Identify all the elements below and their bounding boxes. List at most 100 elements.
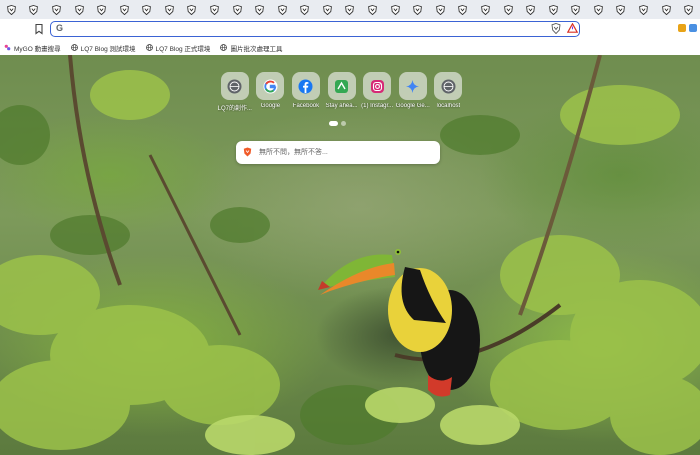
shield-icon: [255, 4, 265, 15]
shortcut-tile[interactable]: Google Ge...: [395, 72, 431, 112]
browser-tab[interactable]: [135, 0, 158, 19]
extension-icon[interactable]: [689, 24, 697, 32]
extension-icon[interactable]: [678, 24, 686, 32]
browser-tab[interactable]: [677, 0, 700, 19]
shield-icon: [413, 4, 423, 15]
globe-icon: [220, 44, 228, 51]
browser-tab[interactable]: [429, 0, 452, 19]
globe-icon: [70, 44, 78, 51]
bookmark-item[interactable]: LQ7 Blog 測試環境: [70, 43, 136, 53]
browser-tab[interactable]: [45, 0, 68, 19]
shortcut-tile[interactable]: Stay ahea...: [324, 72, 360, 112]
shield-icon: [164, 4, 174, 15]
shortcut-label: LQ7的創作...: [217, 106, 252, 112]
address-input[interactable]: [67, 23, 507, 34]
browser-tab[interactable]: [497, 0, 520, 19]
shield-icon: [232, 4, 242, 15]
address-bar[interactable]: G: [50, 21, 580, 37]
shortcut-label: localhost: [436, 103, 461, 109]
shield-icon: [616, 4, 626, 15]
browser-tab[interactable]: [294, 0, 317, 19]
bookmark-label: MyGO 動畫搜尋: [14, 45, 61, 53]
shortcut-icon-tile: [363, 72, 392, 100]
globe-icon: [145, 44, 153, 51]
shortcut-icon-tile: [398, 72, 427, 100]
carousel-dots: [329, 121, 346, 126]
browser-tab[interactable]: [406, 0, 429, 19]
tab-strip: [0, 0, 700, 19]
shield-icon: [526, 4, 535, 15]
browser-tab[interactable]: [384, 0, 407, 19]
extension-icons: [678, 24, 697, 32]
ntp-search-input[interactable]: [259, 147, 429, 158]
bookmark-item[interactable]: 圖片批次處理工具: [220, 43, 282, 53]
shortcut-label: Stay ahea...: [325, 103, 358, 109]
shield-icon: [571, 4, 581, 15]
shortcut-label: Facebook: [292, 103, 320, 109]
browser-tab[interactable]: [90, 0, 113, 19]
globe-icon: [227, 79, 242, 94]
shield-icon: [345, 4, 355, 15]
shortcut-tile[interactable]: Facebook: [288, 72, 324, 112]
google-icon: [263, 79, 278, 94]
shield-icon: [29, 4, 39, 15]
browser-tab[interactable]: [564, 0, 587, 19]
shield-icon: [435, 4, 445, 15]
browser-tab[interactable]: [655, 0, 678, 19]
shortcut-tile[interactable]: localhost: [431, 72, 467, 112]
browser-tab[interactable]: [113, 0, 136, 19]
shortcut-icon-tile: [256, 72, 285, 100]
browser-tab[interactable]: [474, 0, 497, 19]
shortcut-tile[interactable]: (1) Instagr...: [359, 72, 395, 112]
browser-tab[interactable]: [226, 0, 249, 19]
browser-tab[interactable]: [452, 0, 475, 19]
browser-tab[interactable]: [158, 0, 181, 19]
shield-icon: [458, 4, 468, 15]
shield-icon: [503, 4, 513, 15]
shield-icon: [187, 4, 197, 15]
browser-tab[interactable]: [587, 0, 610, 19]
browser-tab[interactable]: [339, 0, 362, 19]
carousel-dot[interactable]: [341, 121, 346, 126]
shortcut-tile[interactable]: Google: [253, 72, 289, 112]
shield-icon: [390, 4, 400, 15]
shield-icon: [142, 4, 152, 15]
wallpaper-image: [0, 55, 700, 455]
shield-icon: [74, 4, 84, 15]
bookmark-icon[interactable]: [33, 23, 45, 35]
bookmark-item[interactable]: MyGO 動畫搜尋: [4, 43, 61, 53]
browser-tab[interactable]: [519, 0, 542, 19]
shield-icon: [368, 4, 377, 15]
shield-icon: [684, 4, 694, 15]
browser-tab[interactable]: [248, 0, 271, 19]
shortcut-label: (1) Instagr...: [361, 103, 394, 109]
bookmark-item[interactable]: LQ7 Blog 正式環境: [145, 43, 210, 53]
shield-icon: [300, 4, 310, 15]
shortcut-tile[interactable]: LQ7的創作...: [217, 72, 253, 112]
google-g-icon: G: [56, 23, 64, 33]
shield-icon: [210, 4, 219, 15]
carousel-dot[interactable]: [329, 121, 338, 126]
ntp-search-box[interactable]: [236, 141, 440, 164]
browser-tab[interactable]: [0, 0, 23, 19]
stay-icon: [334, 79, 349, 94]
browser-tab[interactable]: [271, 0, 294, 19]
brave-lion-icon: [243, 147, 252, 157]
brave-shields-icon[interactable]: [551, 23, 561, 34]
browser-tab[interactable]: [610, 0, 633, 19]
browser-tab[interactable]: [23, 0, 46, 19]
browser-tab[interactable]: [542, 0, 565, 19]
browser-tab[interactable]: [68, 0, 91, 19]
toolbar: G: [0, 19, 700, 40]
shield-icon: [481, 4, 490, 15]
browser-tab[interactable]: [361, 0, 384, 19]
browser-tab[interactable]: [632, 0, 655, 19]
shield-icon: [52, 4, 61, 15]
shield-icon: [97, 4, 106, 15]
shield-icon: [548, 4, 558, 15]
browser-tab[interactable]: [181, 0, 204, 19]
browser-tab[interactable]: [203, 0, 226, 19]
browser-tab[interactable]: [316, 0, 339, 19]
brave-rewards-icon[interactable]: [567, 23, 578, 33]
shortcut-icon-tile: [220, 72, 249, 100]
